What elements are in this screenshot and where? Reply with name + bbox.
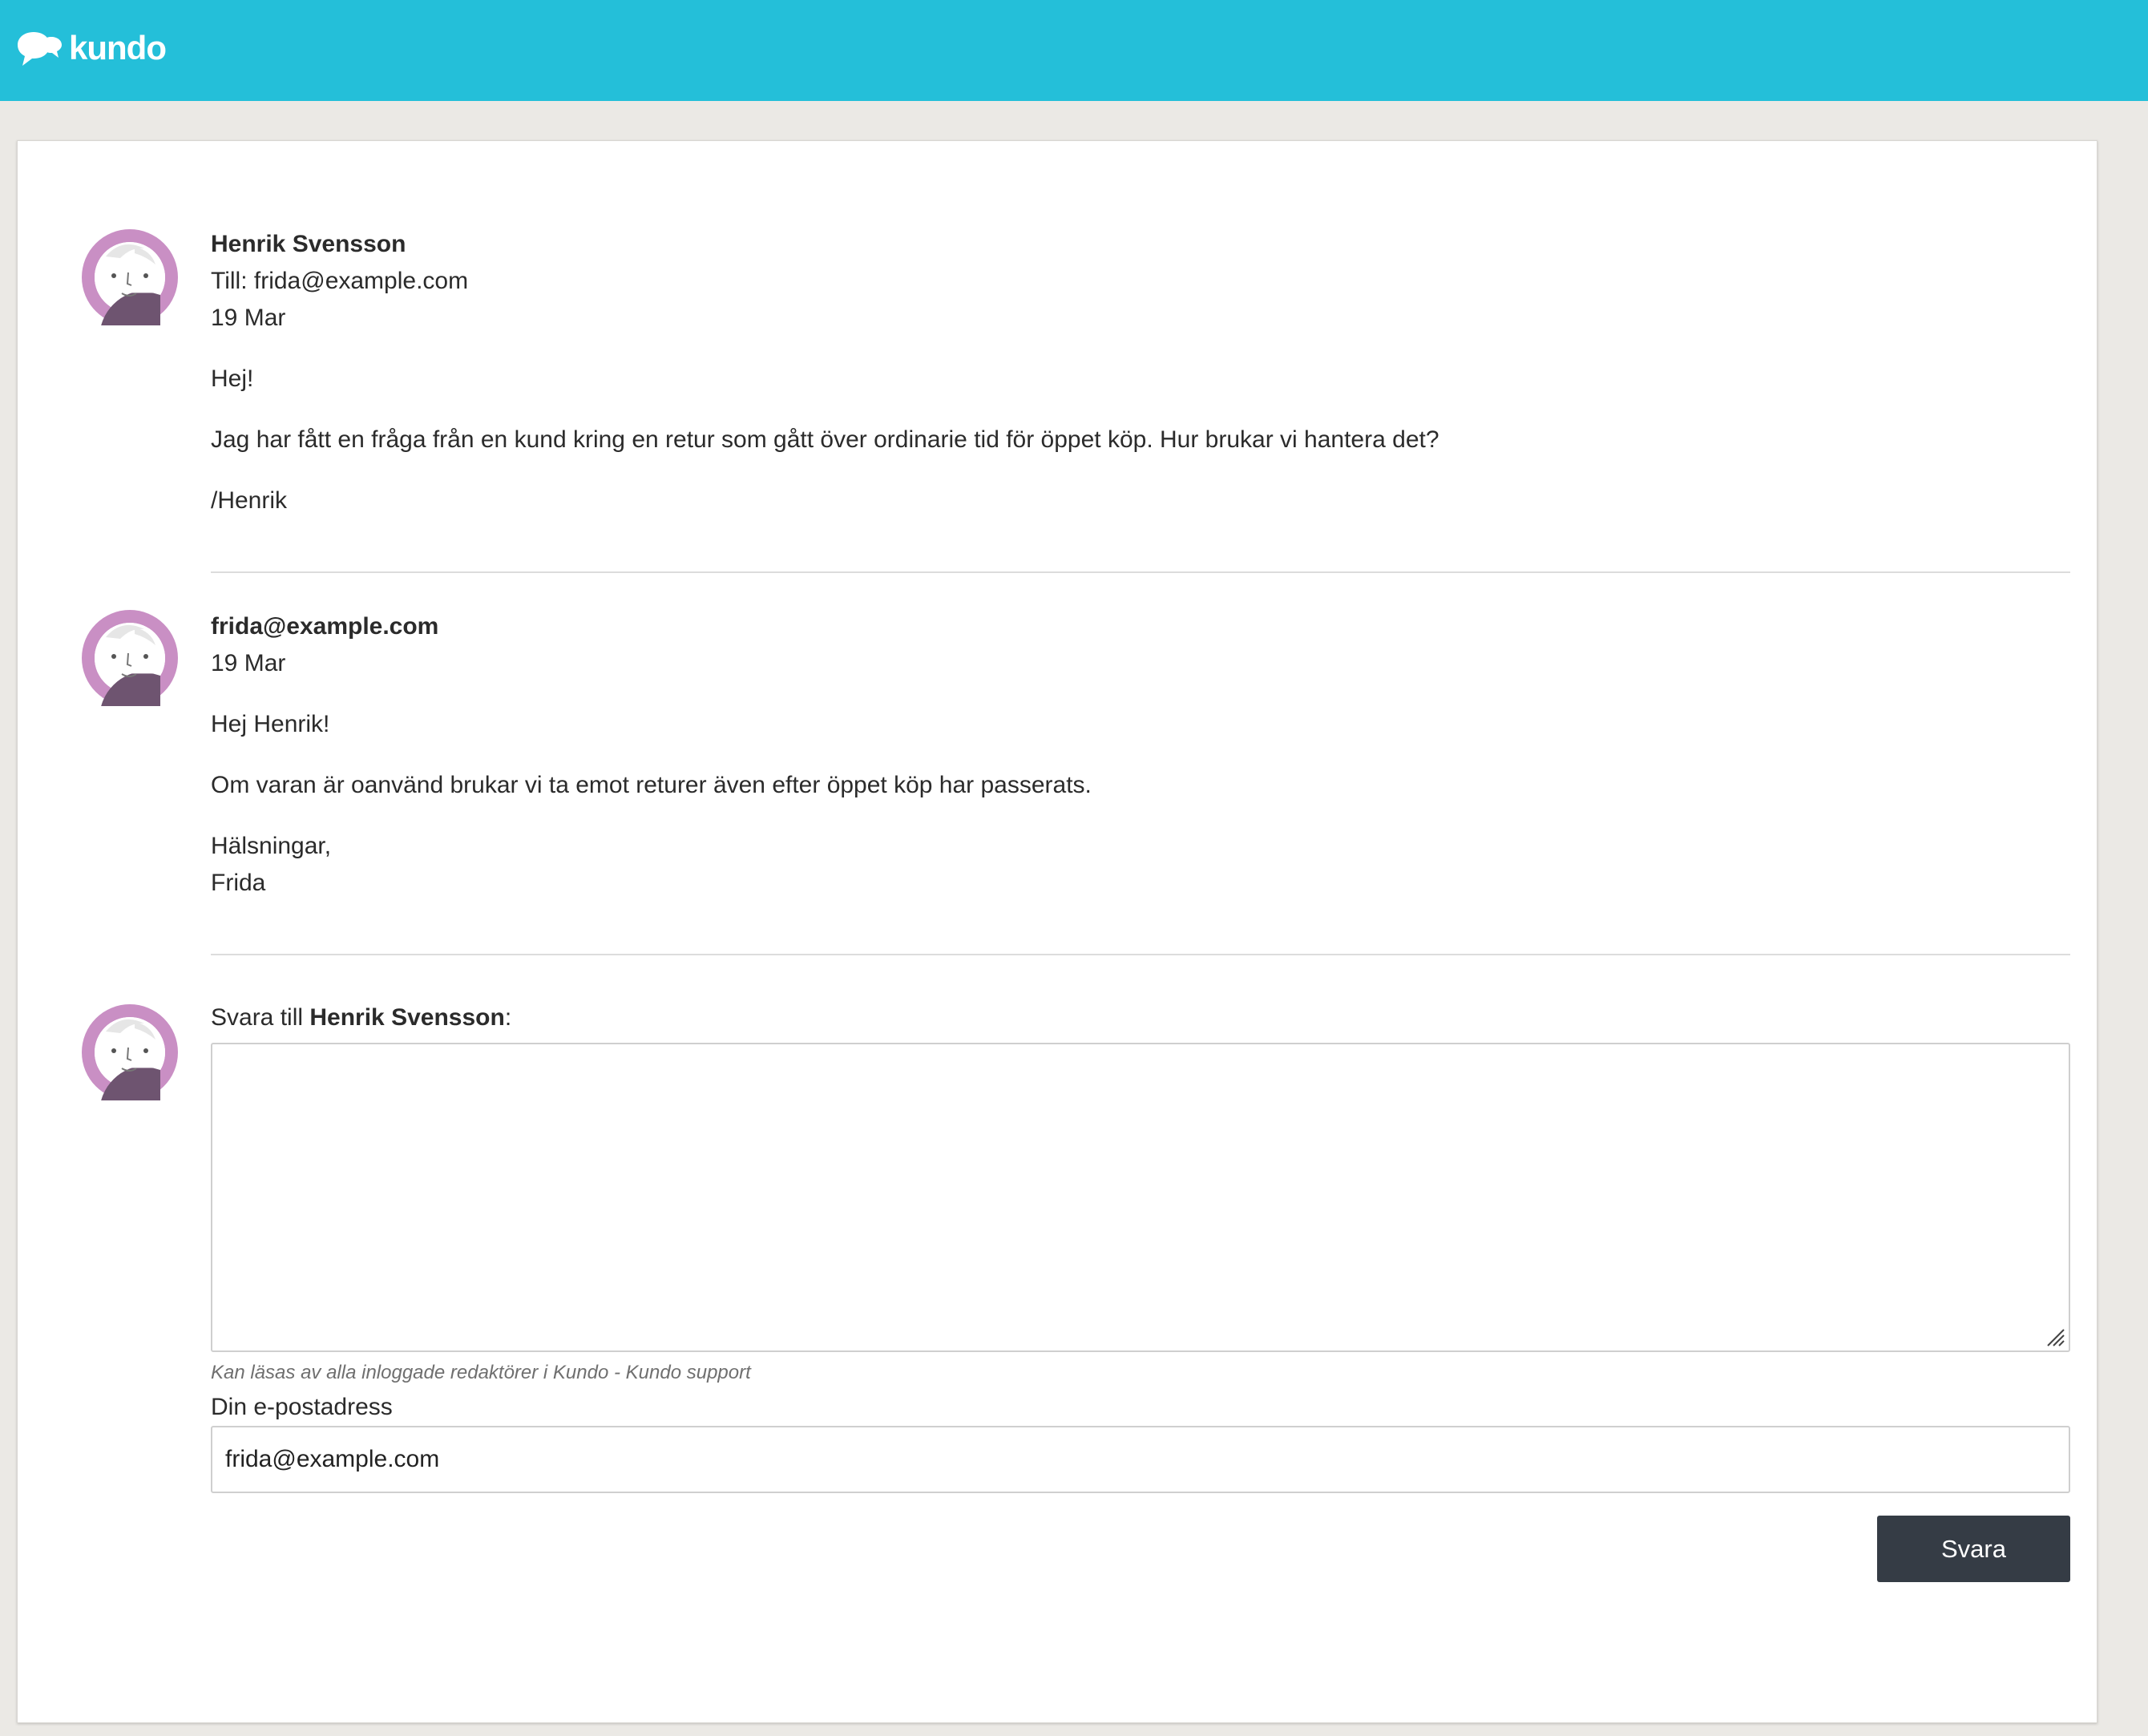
reply-submit-button[interactable]: Svara	[1877, 1516, 2070, 1582]
message-paragraph: Hej Henrik!	[211, 711, 330, 737]
message-closing: Hälsningar,	[211, 833, 332, 859]
message-recipient: Till: frida@example.com	[211, 268, 469, 294]
message-henrik: Henrik Svensson Till: frida@example.com …	[211, 226, 2070, 519]
message-divider	[211, 571, 2070, 573]
message-divider	[211, 954, 2070, 955]
message-author: Henrik Svensson	[211, 231, 406, 257]
avatar-icon	[82, 610, 178, 706]
message-paragraph: Om varan är oanvänd brukar vi ta emot re…	[211, 772, 1092, 798]
kundo-logo[interactable]: kundo	[16, 29, 167, 71]
avatar-icon	[82, 1004, 178, 1100]
reply-label-prefix: Svara till	[211, 1004, 310, 1031]
speech-bubbles-icon	[18, 32, 62, 66]
message-signature: /Henrik	[211, 487, 288, 514]
reply-recipient: Henrik Svensson	[309, 1004, 505, 1031]
top-bar: kundo	[0, 0, 2148, 101]
avatar-icon	[82, 229, 178, 325]
message-paragraph: Hej!	[211, 365, 254, 392]
reply-label: Svara till Henrik Svensson:	[211, 1002, 511, 1034]
reply-textarea[interactable]	[211, 1043, 2070, 1352]
reply-label-suffix: :	[504, 1004, 512, 1031]
resize-handle-icon[interactable]	[2045, 1326, 2065, 1347]
message-date: 19 Mar	[211, 305, 286, 331]
visibility-hint: Kan läsas av alla inloggade redaktörer i…	[211, 1362, 751, 1383]
message-signature: Frida	[211, 870, 266, 896]
message-date: 19 Mar	[211, 650, 286, 676]
message-paragraph: Jag har fått en fråga från en kund kring…	[211, 426, 1439, 453]
email-field[interactable]	[211, 1426, 2070, 1493]
email-label: Din e-postadress	[211, 1394, 393, 1420]
message-author: frida@example.com	[211, 613, 439, 640]
message-frida: frida@example.com 19 Mar Hej Henrik! Om …	[211, 608, 2070, 902]
conversation-card: Henrik Svensson Till: frida@example.com …	[17, 140, 2098, 1723]
logo-text: kundo	[69, 29, 167, 67]
